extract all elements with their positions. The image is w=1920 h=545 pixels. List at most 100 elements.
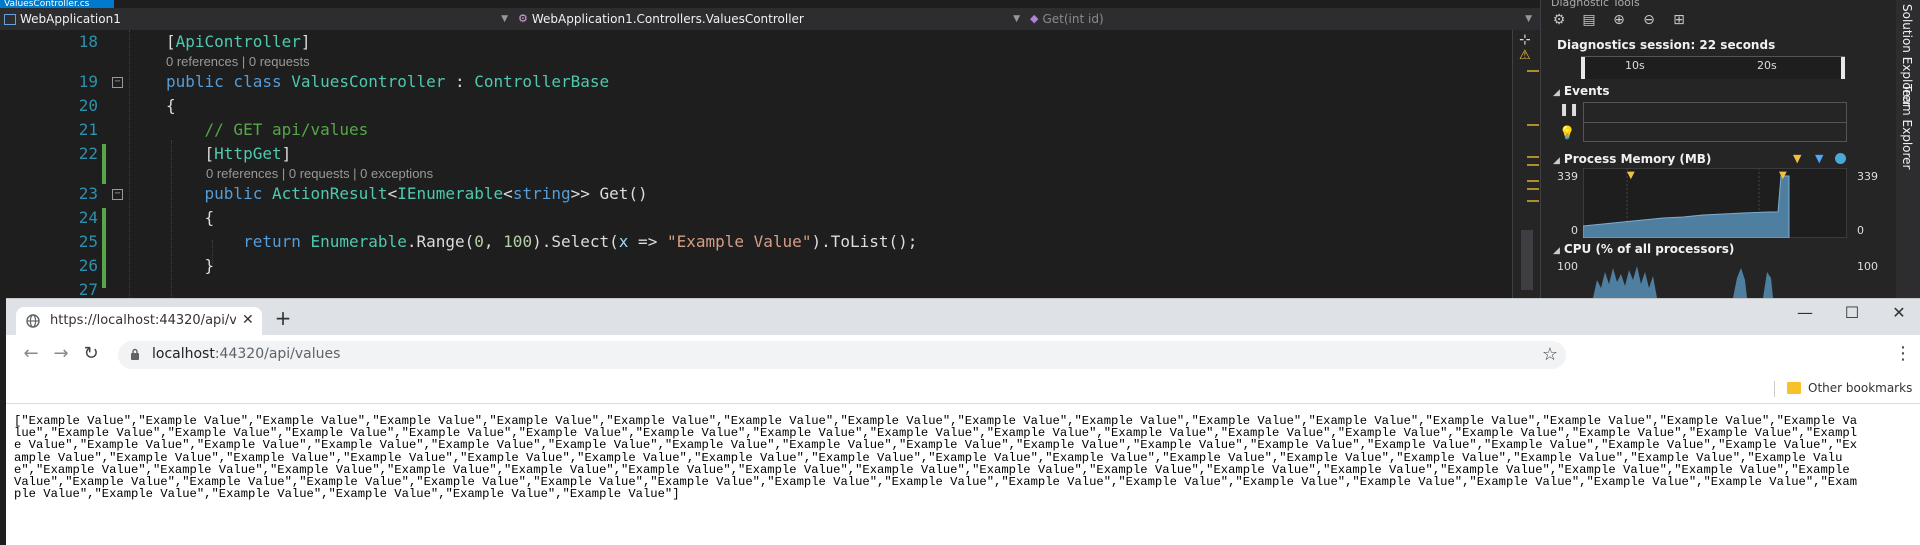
split-icon[interactable]: ⊹ bbox=[1519, 32, 1531, 48]
url-text: localhost:44320/api/values bbox=[152, 346, 341, 362]
lock-icon[interactable] bbox=[130, 348, 140, 360]
collapse-icon[interactable]: − bbox=[112, 189, 123, 200]
tick-label: 10s bbox=[1625, 59, 1645, 72]
code-text: } bbox=[166, 256, 215, 275]
memory-max-label: 339 bbox=[1557, 170, 1578, 183]
code-line: 20{ bbox=[0, 94, 1510, 118]
code-text: [HttpGet] bbox=[166, 144, 292, 163]
scroll-thumb[interactable] bbox=[1521, 230, 1533, 290]
diagnostic-tools-panel: Diagnostic Tools ⚙ ▤ ⊕ ⊖ ⊞ Diagnostics s… bbox=[1540, 0, 1897, 300]
code-text: public ActionResult<IEnumerable<string>>… bbox=[166, 184, 648, 203]
code-line: 22 [HttpGet] bbox=[0, 142, 1510, 166]
range-handle-left[interactable] bbox=[1581, 57, 1585, 79]
new-tab-button[interactable]: + bbox=[270, 307, 296, 329]
other-bookmarks[interactable]: Other bookmarks bbox=[1808, 381, 1912, 395]
memory-min-label: 0 bbox=[1571, 224, 1578, 237]
scroll-marker bbox=[1527, 164, 1539, 166]
session-duration: Diagnostics session: 22 seconds bbox=[1557, 38, 1776, 52]
code-text: [ApiController] bbox=[166, 32, 311, 51]
settings-icon[interactable]: ⚙ bbox=[1549, 10, 1569, 30]
warning-icon[interactable]: ⚠ bbox=[1519, 48, 1531, 63]
events-track bbox=[1583, 102, 1847, 142]
browser-window: https://localhost:44320/api/values ✕ + —… bbox=[6, 298, 1920, 545]
code-text: { bbox=[166, 208, 215, 227]
code-text: { bbox=[166, 96, 176, 115]
tab-strip: https://localhost:44320/api/values ✕ + —… bbox=[6, 299, 1920, 335]
more-menu-icon[interactable]: ⋮ bbox=[1894, 343, 1912, 364]
project-name: WebApplication1 bbox=[20, 12, 121, 26]
memory-header[interactable]: ◢ Process Memory (MB) bbox=[1553, 152, 1711, 166]
cpu-max-label: 100 bbox=[1557, 260, 1578, 273]
address-bar[interactable]: localhost:44320/api/values ☆ bbox=[118, 341, 1566, 369]
side-tabs: Solution Explorer Team Explorer bbox=[1896, 0, 1920, 300]
zoom-out-icon[interactable]: ⊖ bbox=[1639, 10, 1659, 30]
events-header[interactable]: ◢ Events bbox=[1553, 84, 1610, 98]
tick-label: 20s bbox=[1757, 59, 1777, 72]
folder-icon bbox=[1787, 382, 1801, 394]
svg-text:▼: ▼ bbox=[1779, 170, 1787, 181]
close-tab-icon[interactable]: ✕ bbox=[242, 312, 254, 328]
reset-zoom-icon[interactable]: ⊞ bbox=[1669, 10, 1689, 30]
gc-marker-icon: ▼ bbox=[1793, 152, 1802, 165]
visual-studio-window: ValuesController.cs WebApplication1 ▼ ⚙ … bbox=[0, 0, 1920, 300]
editor-scrollbar[interactable]: ⊹ ⚠ bbox=[1512, 30, 1541, 300]
collapse-icon[interactable]: − bbox=[112, 77, 123, 88]
project-selector[interactable]: WebApplication1 ▼ bbox=[4, 10, 512, 28]
code-text: public class ValuesController : Controll… bbox=[166, 72, 610, 91]
collapse-triangle-icon: ◢ bbox=[1553, 88, 1560, 98]
pause-icon[interactable]: ❚❚ bbox=[1559, 102, 1579, 116]
codelens-class[interactable]: 0 references | 0 requests bbox=[166, 54, 310, 70]
code-text: // GET api/values bbox=[166, 120, 369, 139]
code-line: 23− public ActionResult<IEnumerable<stri… bbox=[0, 182, 1510, 206]
collapse-triangle-icon: ◢ bbox=[1553, 156, 1560, 166]
cpu-header[interactable]: ◢ CPU (% of all processors) bbox=[1553, 242, 1734, 256]
chevron-down-icon: ▼ bbox=[501, 14, 508, 24]
zoom-in-icon[interactable]: ⊕ bbox=[1609, 10, 1629, 30]
code-line: 19− public class ValuesController : Contr… bbox=[0, 70, 1510, 94]
timeline-ruler[interactable]: 10s 20s bbox=[1581, 56, 1845, 79]
tab-title: https://localhost:44320/api/values bbox=[50, 313, 236, 328]
memory-graph: ▼ ▼ bbox=[1583, 168, 1847, 238]
forward-icon[interactable]: → bbox=[50, 343, 72, 364]
class-selector[interactable]: ⚙ WebApplication1.Controllers.ValuesCont… bbox=[518, 10, 1024, 28]
member-name: Get(int id) bbox=[1042, 12, 1104, 26]
project-icon bbox=[4, 13, 16, 25]
codelens-method[interactable]: 0 references | 0 requests | 0 exceptions bbox=[206, 166, 433, 182]
range-handle-right[interactable] bbox=[1841, 57, 1845, 79]
globe-icon bbox=[26, 314, 40, 328]
panel-title: Diagnostic Tools bbox=[1551, 0, 1640, 9]
scroll-marker bbox=[1527, 70, 1539, 72]
browser-tab[interactable]: https://localhost:44320/api/values ✕ bbox=[16, 307, 262, 335]
browser-toolbar: ← → ↻ localhost:44320/api/values ☆ ⋮ bbox=[6, 335, 1920, 373]
class-path: WebApplication1.Controllers.ValuesContro… bbox=[531, 12, 804, 26]
maximize-icon[interactable]: ☐ bbox=[1837, 303, 1867, 322]
back-icon[interactable]: ← bbox=[20, 343, 42, 364]
scroll-marker bbox=[1527, 200, 1539, 202]
chevron-down-icon: ▼ bbox=[1525, 14, 1532, 24]
bookmark-star-icon[interactable]: ☆ bbox=[1542, 344, 1558, 365]
scroll-marker bbox=[1527, 156, 1539, 158]
memory-max-label-right: 339 bbox=[1857, 170, 1878, 183]
code-editor[interactable]: 18 [ApiController] 0 references | 0 reque… bbox=[0, 30, 1512, 300]
code-text: return Enumerable.Range(0, 100).Select(x… bbox=[166, 232, 918, 251]
scroll-marker bbox=[1527, 124, 1539, 126]
collapse-triangle-icon: ◢ bbox=[1553, 246, 1560, 256]
class-icon: ⚙ bbox=[518, 12, 528, 25]
code-line: 26 } bbox=[0, 254, 1510, 278]
response-body: ["Example Value","Example Value","Exampl… bbox=[14, 414, 1858, 502]
code-line: 18 [ApiController] bbox=[0, 30, 1510, 54]
team-explorer-tab[interactable]: Team Explorer bbox=[1900, 84, 1914, 170]
code-line: 21 // GET api/values bbox=[0, 118, 1510, 142]
minimize-icon[interactable]: — bbox=[1790, 303, 1820, 322]
close-window-icon[interactable]: ✕ bbox=[1884, 303, 1914, 322]
member-selector[interactable]: ◆ Get(int id) ▼ bbox=[1030, 10, 1536, 28]
reload-icon[interactable]: ↻ bbox=[80, 343, 102, 364]
intellitrace-icon[interactable]: 💡 bbox=[1559, 126, 1575, 141]
scroll-marker bbox=[1527, 180, 1539, 182]
code-line: 25 return Enumerable.Range(0, 100).Selec… bbox=[0, 230, 1510, 254]
bookmarks-bar: Other bookmarks bbox=[6, 373, 1920, 404]
select-tools-icon[interactable]: ▤ bbox=[1579, 10, 1599, 30]
cpu-max-label-right: 100 bbox=[1857, 260, 1878, 273]
navigation-bar: WebApplication1 ▼ ⚙ WebApplication1.Cont… bbox=[0, 8, 1540, 31]
document-tab[interactable]: ValuesController.cs bbox=[0, 0, 114, 8]
